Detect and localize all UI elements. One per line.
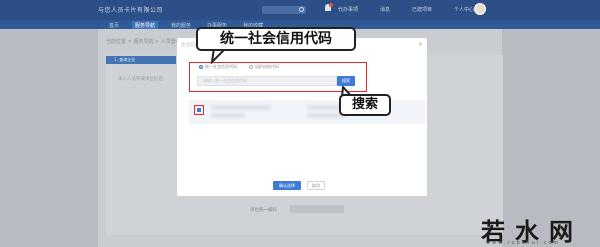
top-header: 与您人员卡片有限公司 代办事项 消息 已建项目 个人中心 xyxy=(0,0,600,20)
notification-dot xyxy=(329,3,333,7)
confirm-select-button[interactable]: 确认选择 xyxy=(273,181,301,190)
callout-search: 搜索 xyxy=(339,94,391,116)
panel-section-label: 录入人员所属单位信息 xyxy=(118,77,163,82)
breadcrumb: 当前位置 > 服务导航 > 人员登记 xyxy=(106,39,181,45)
callout-credit-code: 统一社会信用代码 xyxy=(196,27,356,51)
blurred-company-code xyxy=(211,113,245,118)
step-indicator: 1. 查询企业 xyxy=(106,56,176,64)
header-link-todo[interactable]: 代办事项 xyxy=(338,6,358,13)
close-icon[interactable]: × xyxy=(418,41,423,48)
header-search-input[interactable] xyxy=(262,6,306,14)
unit-code-field[interactable] xyxy=(290,205,344,213)
header-link-projects[interactable]: 已建项目 xyxy=(412,6,432,13)
header-links: 代办事项 消息 已建项目 个人中心 xyxy=(338,6,474,13)
cancel-button[interactable]: 取消 xyxy=(307,181,325,190)
watermark-url: www.ruoshui.com xyxy=(486,240,561,246)
app-title: 与您人员卡片有限公司 xyxy=(98,7,164,14)
header-link-messages[interactable]: 消息 xyxy=(380,6,390,13)
avatar[interactable] xyxy=(474,3,486,15)
unit-code-label: 单位统一编码 xyxy=(250,208,277,213)
blurred-company-name xyxy=(211,105,271,110)
search-icon xyxy=(299,7,304,12)
row-checkbox[interactable] xyxy=(197,108,201,112)
header-link-profile[interactable]: 个人中心 xyxy=(454,6,474,13)
